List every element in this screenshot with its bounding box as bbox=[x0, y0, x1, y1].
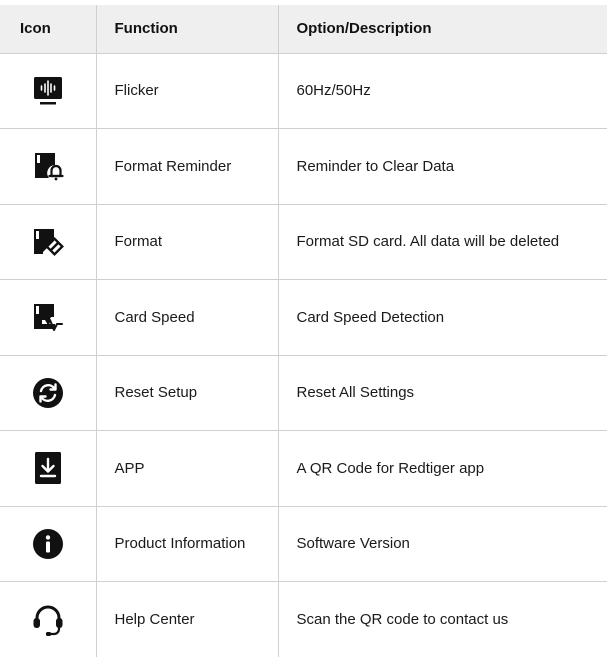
table-row: Flicker 60Hz/50Hz bbox=[0, 53, 607, 129]
icon-cell bbox=[0, 128, 97, 205]
format-icon bbox=[33, 228, 64, 256]
header-description: Option/Description bbox=[278, 5, 607, 54]
description-cell: Reminder to Clear Data bbox=[278, 128, 607, 205]
table-row: Format Format SD card. All data will be … bbox=[0, 204, 607, 280]
table-row: APP A QR Code for Redtiger app bbox=[0, 430, 607, 507]
icon-cell bbox=[0, 279, 97, 356]
function-cell: Help Center bbox=[96, 581, 279, 657]
table-header-row: Icon Function Option/Description bbox=[0, 5, 607, 54]
format-reminder-icon bbox=[34, 153, 64, 181]
description-cell: Card Speed Detection bbox=[278, 279, 607, 356]
description-cell: 60Hz/50Hz bbox=[278, 53, 607, 129]
app-download-icon bbox=[34, 452, 61, 485]
settings-table: Icon Function Option/Description Flicker… bbox=[0, 5, 607, 657]
icon-cell bbox=[0, 355, 97, 431]
header-function: Function bbox=[96, 5, 279, 54]
icon-cell bbox=[0, 506, 97, 582]
table-row: Card Speed Card Speed Detection bbox=[0, 279, 607, 356]
table-row: Reset Setup Reset All Settings bbox=[0, 355, 607, 431]
info-icon bbox=[32, 528, 63, 559]
icon-cell bbox=[0, 430, 97, 507]
description-cell: Format SD card. All data will be deleted bbox=[278, 204, 607, 280]
function-cell: APP bbox=[96, 430, 279, 507]
function-cell: Format Reminder bbox=[96, 128, 279, 205]
function-cell: Reset Setup bbox=[96, 355, 279, 431]
icon-cell bbox=[0, 581, 97, 657]
icon-cell bbox=[0, 53, 97, 129]
reset-setup-icon bbox=[32, 377, 63, 408]
header-icon: Icon bbox=[0, 5, 97, 54]
table-row: Help Center Scan the QR code to contact … bbox=[0, 581, 607, 657]
function-cell: Product Information bbox=[96, 506, 279, 582]
description-cell: Software Version bbox=[278, 506, 607, 582]
description-cell: Scan the QR code to contact us bbox=[296, 611, 509, 628]
table-row: Format Reminder Reminder to Clear Data bbox=[0, 128, 607, 205]
function-cell: Card Speed bbox=[96, 279, 279, 356]
description-cell: Reset All Settings bbox=[278, 355, 607, 431]
card-speed-icon bbox=[33, 304, 63, 332]
function-cell: Format bbox=[96, 204, 279, 280]
headset-icon bbox=[33, 605, 63, 636]
icon-cell bbox=[0, 204, 97, 280]
flicker-icon bbox=[33, 76, 62, 105]
function-cell: Flicker bbox=[96, 53, 279, 129]
description-cell: A QR Code for Redtiger app bbox=[278, 430, 607, 507]
table-row: Product Information Software Version bbox=[0, 506, 607, 582]
